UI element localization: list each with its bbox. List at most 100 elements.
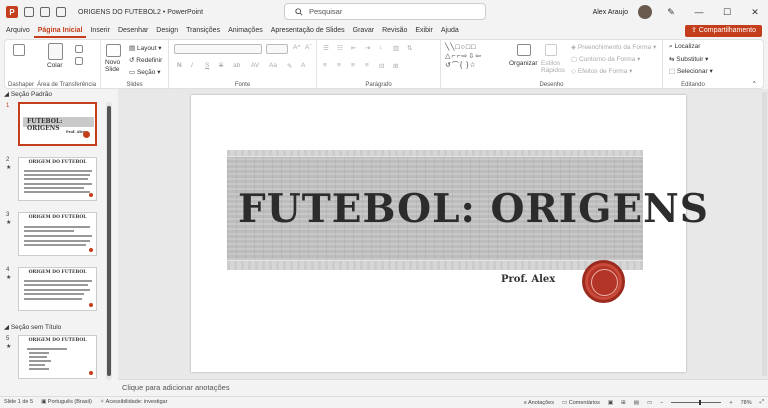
cut-icon[interactable] (75, 45, 83, 53)
menu-inserir[interactable]: Inserir (86, 24, 113, 38)
pen-icon[interactable]: ✎ (662, 7, 680, 18)
zoom-slider-knob[interactable] (699, 400, 702, 405)
layout-button[interactable]: ▤ Layout ▾ (129, 44, 162, 52)
copy-icon[interactable] (75, 57, 83, 65)
increase-indent-icon[interactable]: ⇥ (365, 44, 370, 52)
reading-view-icon[interactable]: ▤ (634, 400, 639, 406)
user-name[interactable]: Alex Araujo (593, 9, 628, 16)
shadow-button[interactable]: ab (233, 62, 240, 69)
align-text-icon[interactable]: ⊟ (379, 62, 384, 70)
slides-scroll-thumb[interactable] (107, 106, 111, 376)
replace-button[interactable]: ⇆ Substituir ▾ (669, 55, 708, 63)
justify-icon[interactable]: ≡ (365, 62, 369, 69)
slide-thumbnail-4[interactable]: ORIGEM DO FUTEBOL (18, 267, 97, 311)
menu-design[interactable]: Design (152, 24, 182, 38)
zoom-level[interactable]: 78% (741, 400, 752, 406)
menu-gravar[interactable]: Gravar (349, 24, 378, 38)
align-center-icon[interactable]: ≡ (337, 62, 341, 69)
minimize-icon[interactable]: — (690, 7, 708, 17)
slide-sorter-icon[interactable]: ⊞ (621, 400, 626, 406)
menu-exibir[interactable]: Exibir (411, 24, 437, 38)
font-family-select[interactable] (174, 44, 262, 54)
shape-effects-button[interactable]: ◇ Efeitos de Forma ▾ (571, 67, 632, 75)
menu-apresentação-de-slides[interactable]: Apresentação de Slides (267, 24, 349, 38)
menu-arquivo[interactable]: Arquivo (2, 24, 34, 38)
shape-outline-button[interactable]: ▢ Contorno da Forma ▾ (571, 55, 640, 63)
accessibility-indicator[interactable]: ✧ Acessibilidade: investigar (96, 399, 172, 405)
editor-scrollbar[interactable] (762, 92, 767, 376)
collapse-ribbon-icon[interactable]: ⌃ (752, 80, 757, 88)
numbering-icon[interactable]: ☷ (337, 44, 343, 52)
notes-pane[interactable]: Clique para adicionar anotações (118, 379, 768, 396)
arrange-icon[interactable] (517, 44, 531, 56)
search-box[interactable]: Pesquisar (284, 3, 486, 20)
new-slide-icon[interactable] (106, 44, 121, 57)
new-slide-button[interactable]: Novo Slide (105, 59, 125, 73)
italic-button[interactable]: I (191, 62, 193, 69)
zoom-slider[interactable] (671, 400, 722, 405)
autosave-icon[interactable] (24, 7, 34, 17)
undo-icon[interactable] (56, 7, 66, 17)
strikethrough-button[interactable]: S (219, 62, 223, 69)
shapes-gallery[interactable]: ╲╲□○□□ △⌐⌐⇨⇩⇦ ↺⌒{ }☆ (445, 43, 503, 73)
menu-desenhar[interactable]: Desenhar (114, 24, 152, 38)
reset-button[interactable]: ↺ Redefinir (129, 56, 162, 64)
menu-animações[interactable]: Animações (224, 24, 267, 38)
char-spacing-button[interactable]: AV (251, 62, 259, 69)
decrease-indent-icon[interactable]: ⇤ (351, 44, 356, 52)
menu-transições[interactable]: Transições (182, 24, 224, 38)
font-size-select[interactable] (266, 44, 288, 54)
zoom-in-icon[interactable]: + (729, 400, 732, 406)
change-case-button[interactable]: Aa (269, 62, 277, 69)
zoom-out-icon[interactable]: − (660, 400, 663, 406)
columns-icon[interactable]: ▥ (393, 44, 399, 52)
normal-view-icon[interactable]: ▣ (608, 400, 613, 406)
avatar[interactable] (638, 5, 652, 19)
menu-página-inicial[interactable]: Página Inicial (33, 24, 87, 38)
slide-thumbnail-3[interactable]: ORIGEM DO FUTEBOL (18, 212, 97, 256)
slideshow-icon[interactable]: ▭ (647, 400, 652, 406)
find-button[interactable]: ⌕ Localizar (669, 43, 700, 51)
paste-button[interactable]: Colar (47, 62, 63, 69)
menu-revisão[interactable]: Revisão (378, 24, 411, 38)
text-direction-icon[interactable]: ⇅ (407, 44, 412, 52)
notes-button[interactable]: ≡ Anotações (524, 400, 554, 406)
underline-button[interactable]: S (205, 62, 209, 69)
slide-thumbnail-2[interactable]: ORIGEM DO FUTEBOL (18, 157, 97, 201)
select-button[interactable]: ⬚ Selecionar ▾ (669, 67, 713, 75)
smartart-icon[interactable]: ⊞ (393, 62, 398, 70)
fit-slide-icon[interactable]: ⤢ (760, 399, 764, 406)
slide-thumbnail-5[interactable]: ORIGEM DO FUTEBOL (18, 335, 97, 379)
menu-bar: Arquivo Página Inicial Inserir Desenhar Desi… (0, 24, 768, 38)
share-button[interactable]: ⇪ Compartilhamento (684, 25, 762, 37)
shrink-font-icon[interactable]: Aˇ (305, 44, 312, 51)
maximize-icon[interactable]: ☐ (718, 7, 736, 18)
section-untitled-title[interactable]: ◢ Seção sem Título (4, 323, 61, 331)
format-painter-icon[interactable] (13, 44, 25, 56)
line-spacing-icon[interactable]: ↕ (379, 44, 382, 51)
close-icon[interactable]: ✕ (746, 7, 764, 18)
slide-thumbnail-1[interactable]: FUTEBOL: ORIGENS Prof. Alex (18, 102, 97, 146)
section-button[interactable]: ▭ Seção ▾ (129, 68, 160, 76)
quick-styles-button[interactable]: Estilos Rápidos (541, 60, 565, 74)
bullets-icon[interactable]: ☰ (323, 44, 329, 52)
align-left-icon[interactable]: ≡ (323, 62, 327, 69)
slide-title[interactable]: FUTEBOL: ORIGENS (238, 186, 709, 232)
comments-button[interactable]: ▭ Comentários (562, 400, 600, 406)
paste-icon[interactable] (48, 43, 63, 60)
language-indicator[interactable]: ▣ Português (Brasil) (37, 399, 96, 405)
bold-button[interactable]: N (177, 62, 182, 69)
quick-styles-icon[interactable] (545, 44, 557, 56)
align-right-icon[interactable]: ≡ (351, 62, 355, 69)
shape-fill-button[interactable]: ◈ Preenchimento da Forma ▾ (571, 43, 656, 51)
menu-ajuda[interactable]: Ajuda (437, 24, 463, 38)
slide-counter: Slide 1 de 5 (4, 399, 34, 405)
highlight-icon[interactable]: ✎ (287, 62, 292, 70)
arrange-button[interactable]: Organizar (509, 60, 538, 67)
save-icon[interactable] (40, 7, 50, 17)
slide-subtitle[interactable]: Prof. Alex (501, 274, 555, 285)
section-default-title[interactable]: ◢ Seção Padrão (4, 90, 52, 98)
grow-font-icon[interactable]: A^ (293, 44, 300, 51)
font-color-icon[interactable]: A (301, 62, 305, 69)
current-slide[interactable]: FUTEBOL: ORIGENS Prof. Alex (191, 95, 708, 372)
